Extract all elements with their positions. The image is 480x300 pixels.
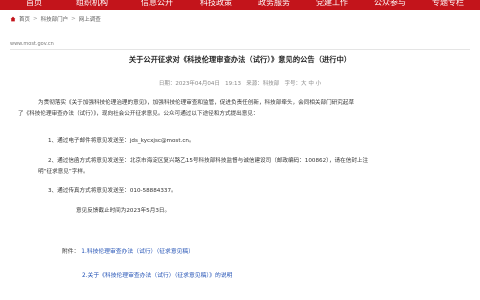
breadcrumb-home-link[interactable]: 首页 <box>19 15 30 23</box>
nav-item-organization[interactable]: 组织机构 <box>76 0 108 9</box>
breadcrumb: 首页 > 科技部门户 > 网上调查 <box>10 15 101 23</box>
article-meta: 日期：2023年04月04日 19:13 来源：科技部 字号：大 中 小 <box>0 79 480 87</box>
home-icon <box>10 16 16 22</box>
breadcrumb-separator: > <box>71 16 76 22</box>
nav-item-special-topics[interactable]: 专题专栏 <box>432 0 464 9</box>
attachments: 附件： 1.科技伦理审查办法（试行）（征求意见稿） <box>62 246 194 255</box>
feedback-deadline: 意见反馈截止时间为2023年5月3日。 <box>76 208 171 214</box>
nav-item-info-disclosure[interactable]: 信息公开 <box>141 0 173 9</box>
intro-paragraph: 为贯彻落实《关于加强科技伦理治理的意见》，加强科技伦理审查和监管，促进负责任创新… <box>18 98 438 119</box>
top-navigation-bar: 首页 组织机构 信息公开 科技政策 政务服务 党建工作 公众参与 专题专栏 <box>0 0 480 10</box>
mail-line: 2、通过信函方式将意见发送至：北京市海淀区复兴路乙15号科技部科技监督与诚信建设… <box>48 158 369 164</box>
submission-method-mail: 2、通过信函方式将意见发送至：北京市海淀区复兴路乙15号科技部科技监督与诚信建设… <box>38 156 448 177</box>
attachment-item: 2.关于《科技伦理审查办法（试行）（征求意见稿）》的说明 <box>82 270 232 279</box>
publish-date: 日期：2023年04月04日 <box>158 81 220 87</box>
intro-line: 为贯彻落实《关于加强科技伦理治理的意见》，加强科技伦理审查和监管，促进负责任创新… <box>38 100 355 106</box>
attachment-link-explanation[interactable]: 2.关于《科技伦理审查办法（试行）（征求意见稿）》的说明 <box>82 273 232 279</box>
nav-item-party-building[interactable]: 党建工作 <box>316 0 348 9</box>
divider <box>10 49 470 50</box>
nav-item-public-participation[interactable]: 公众参与 <box>374 0 406 9</box>
font-size-small-button[interactable]: 小 <box>316 81 322 87</box>
nav-item-gov-service[interactable]: 政务服务 <box>258 0 290 9</box>
breadcrumb-portal-link[interactable]: 科技部门户 <box>41 15 69 23</box>
article-source: 来源：科技部 <box>246 81 280 87</box>
intro-line: 了《科技伦理审查办法（试行）》，现向社会公开征求意见。公众可通过以下途径和方式提… <box>18 110 259 117</box>
attachment-link-draft[interactable]: 1.科技伦理审查办法（试行）（征求意见稿） <box>81 249 194 255</box>
breadcrumb-survey-link[interactable]: 网上调查 <box>79 15 101 23</box>
attachments-label: 附件： <box>62 249 80 255</box>
font-size-label: 字号： <box>284 81 302 87</box>
submission-method-fax: 3、通过传真方式将意见发送至：010-58884337。 <box>48 188 177 194</box>
mail-line: 明“征求意见”字样。 <box>38 168 89 175</box>
page-title: 关于公开征求对《科技伦理审查办法（试行）》意见的公告（进行中） <box>128 55 352 64</box>
font-size-medium-button[interactable]: 中 <box>308 81 314 87</box>
breadcrumb-separator: > <box>33 16 38 22</box>
publish-time: 19:13 <box>225 81 242 87</box>
font-size-large-button[interactable]: 大 <box>301 81 307 87</box>
site-url: www.most.gov.cn <box>10 41 54 47</box>
nav-item-home[interactable]: 首页 <box>26 0 42 9</box>
submission-method-email: 1、通过电子邮件将意见发送至：jds_kycxjsc@most.cn。 <box>48 138 195 144</box>
nav-item-sci-policy[interactable]: 科技政策 <box>200 0 232 9</box>
